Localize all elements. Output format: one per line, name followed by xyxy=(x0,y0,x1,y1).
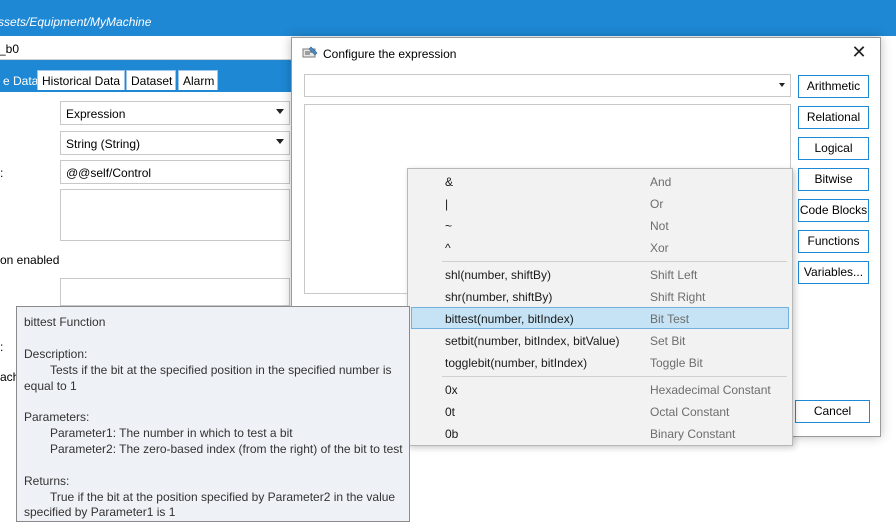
tooltip-parameter-line: Parameter2: The zero-based index (from t… xyxy=(50,442,403,456)
type-select[interactable]: Expression xyxy=(60,101,290,125)
control-field-value: @@self/Control xyxy=(66,166,152,180)
menu-item-binary-constant[interactable]: 0b Binary Constant xyxy=(411,422,789,444)
variables-button[interactable]: Variables... xyxy=(798,261,869,284)
control-field[interactable]: @@self/Control xyxy=(60,160,290,184)
menu-item-xor[interactable]: ^ Xor xyxy=(411,236,789,258)
chevron-down-icon xyxy=(779,83,785,87)
datatype-select-value: String (String) xyxy=(66,137,141,151)
header-bar: ssets/Equipment/MyMachine xyxy=(0,0,896,36)
bitwise-menu: & And | Or ~ Not ^ Xor shl(number, shift… xyxy=(407,168,793,446)
menu-item-shift-right[interactable]: shr(number, shiftBy) Shift Right xyxy=(411,285,789,307)
menu-item-toggle-bit[interactable]: togglebit(number, bitIndex) Toggle Bit xyxy=(411,351,789,373)
tooltip-title: bittest Function xyxy=(24,315,106,329)
menu-item-hex-constant[interactable]: 0x Hexadecimal Constant xyxy=(411,378,789,400)
relational-button[interactable]: Relational xyxy=(798,106,869,129)
type-select-value: Expression xyxy=(66,107,126,121)
tooltip-returns-line: specified by Parameter1 is 1 xyxy=(24,505,176,519)
tab-historical-data[interactable]: Historical Data xyxy=(37,70,125,90)
functions-button[interactable]: Functions xyxy=(798,230,869,253)
name-field[interactable]: _b0 xyxy=(0,38,300,60)
menu-item-bit-test[interactable]: bittest(number, bitIndex) Bit Test xyxy=(411,307,789,329)
tooltip-description-label: Description: xyxy=(24,347,88,361)
name-field-value: _b0 xyxy=(0,42,20,56)
chevron-down-icon xyxy=(276,139,284,144)
tooltip-parameter-line: Parameter1: The number in which to test … xyxy=(50,426,293,440)
field-label-colon: : xyxy=(0,166,4,180)
function-tooltip: bittest Function Description: Tests if t… xyxy=(16,306,410,522)
tab-live-data[interactable]: e Data xyxy=(0,70,38,90)
tooltip-returns-line: True if the bit at the position specifie… xyxy=(50,490,396,504)
field-label-colon-2: : xyxy=(0,340,4,354)
arithmetic-button[interactable]: Arithmetic xyxy=(798,75,869,98)
menu-item-or[interactable]: | Or xyxy=(411,192,789,214)
close-icon[interactable]: ✕ xyxy=(848,42,870,64)
option-enabled-label: on enabled xyxy=(0,253,60,267)
tooltip-returns-label: Returns: xyxy=(24,474,70,488)
expression-select[interactable] xyxy=(304,74,791,97)
bitwise-button[interactable]: Bitwise xyxy=(798,168,869,191)
menu-separator xyxy=(442,261,787,262)
menu-item-and[interactable]: & And xyxy=(411,170,789,192)
tab-alarm[interactable]: Alarm xyxy=(178,70,218,90)
cancel-button[interactable]: Cancel xyxy=(795,400,870,423)
dialog-title: Configure the expression xyxy=(323,47,457,61)
chevron-down-icon xyxy=(276,109,284,114)
menu-item-not[interactable]: ~ Not xyxy=(411,214,789,236)
menu-item-set-bit[interactable]: setbit(number, bitIndex, bitValue) Set B… xyxy=(411,329,789,351)
description-box[interactable] xyxy=(60,189,290,241)
menu-item-octal-constant[interactable]: 0t Octal Constant xyxy=(411,400,789,422)
extra-box[interactable] xyxy=(60,278,290,306)
tooltip-parameters-label: Parameters: xyxy=(24,410,90,424)
code-blocks-button[interactable]: Code Blocks xyxy=(798,199,869,222)
logical-button[interactable]: Logical xyxy=(798,137,869,160)
menu-separator xyxy=(442,376,787,377)
tooltip-description-line: Tests if the bit at the specified positi… xyxy=(50,363,392,377)
breadcrumb-path: ssets/Equipment/MyMachine xyxy=(0,15,152,29)
datatype-select[interactable]: String (String) xyxy=(60,131,290,155)
tooltip-description-line: equal to 1 xyxy=(24,379,77,393)
tab-dataset[interactable]: Dataset xyxy=(126,70,176,90)
expression-icon xyxy=(302,46,318,58)
menu-item-shift-left[interactable]: shl(number, shiftBy) Shift Left xyxy=(411,263,789,285)
